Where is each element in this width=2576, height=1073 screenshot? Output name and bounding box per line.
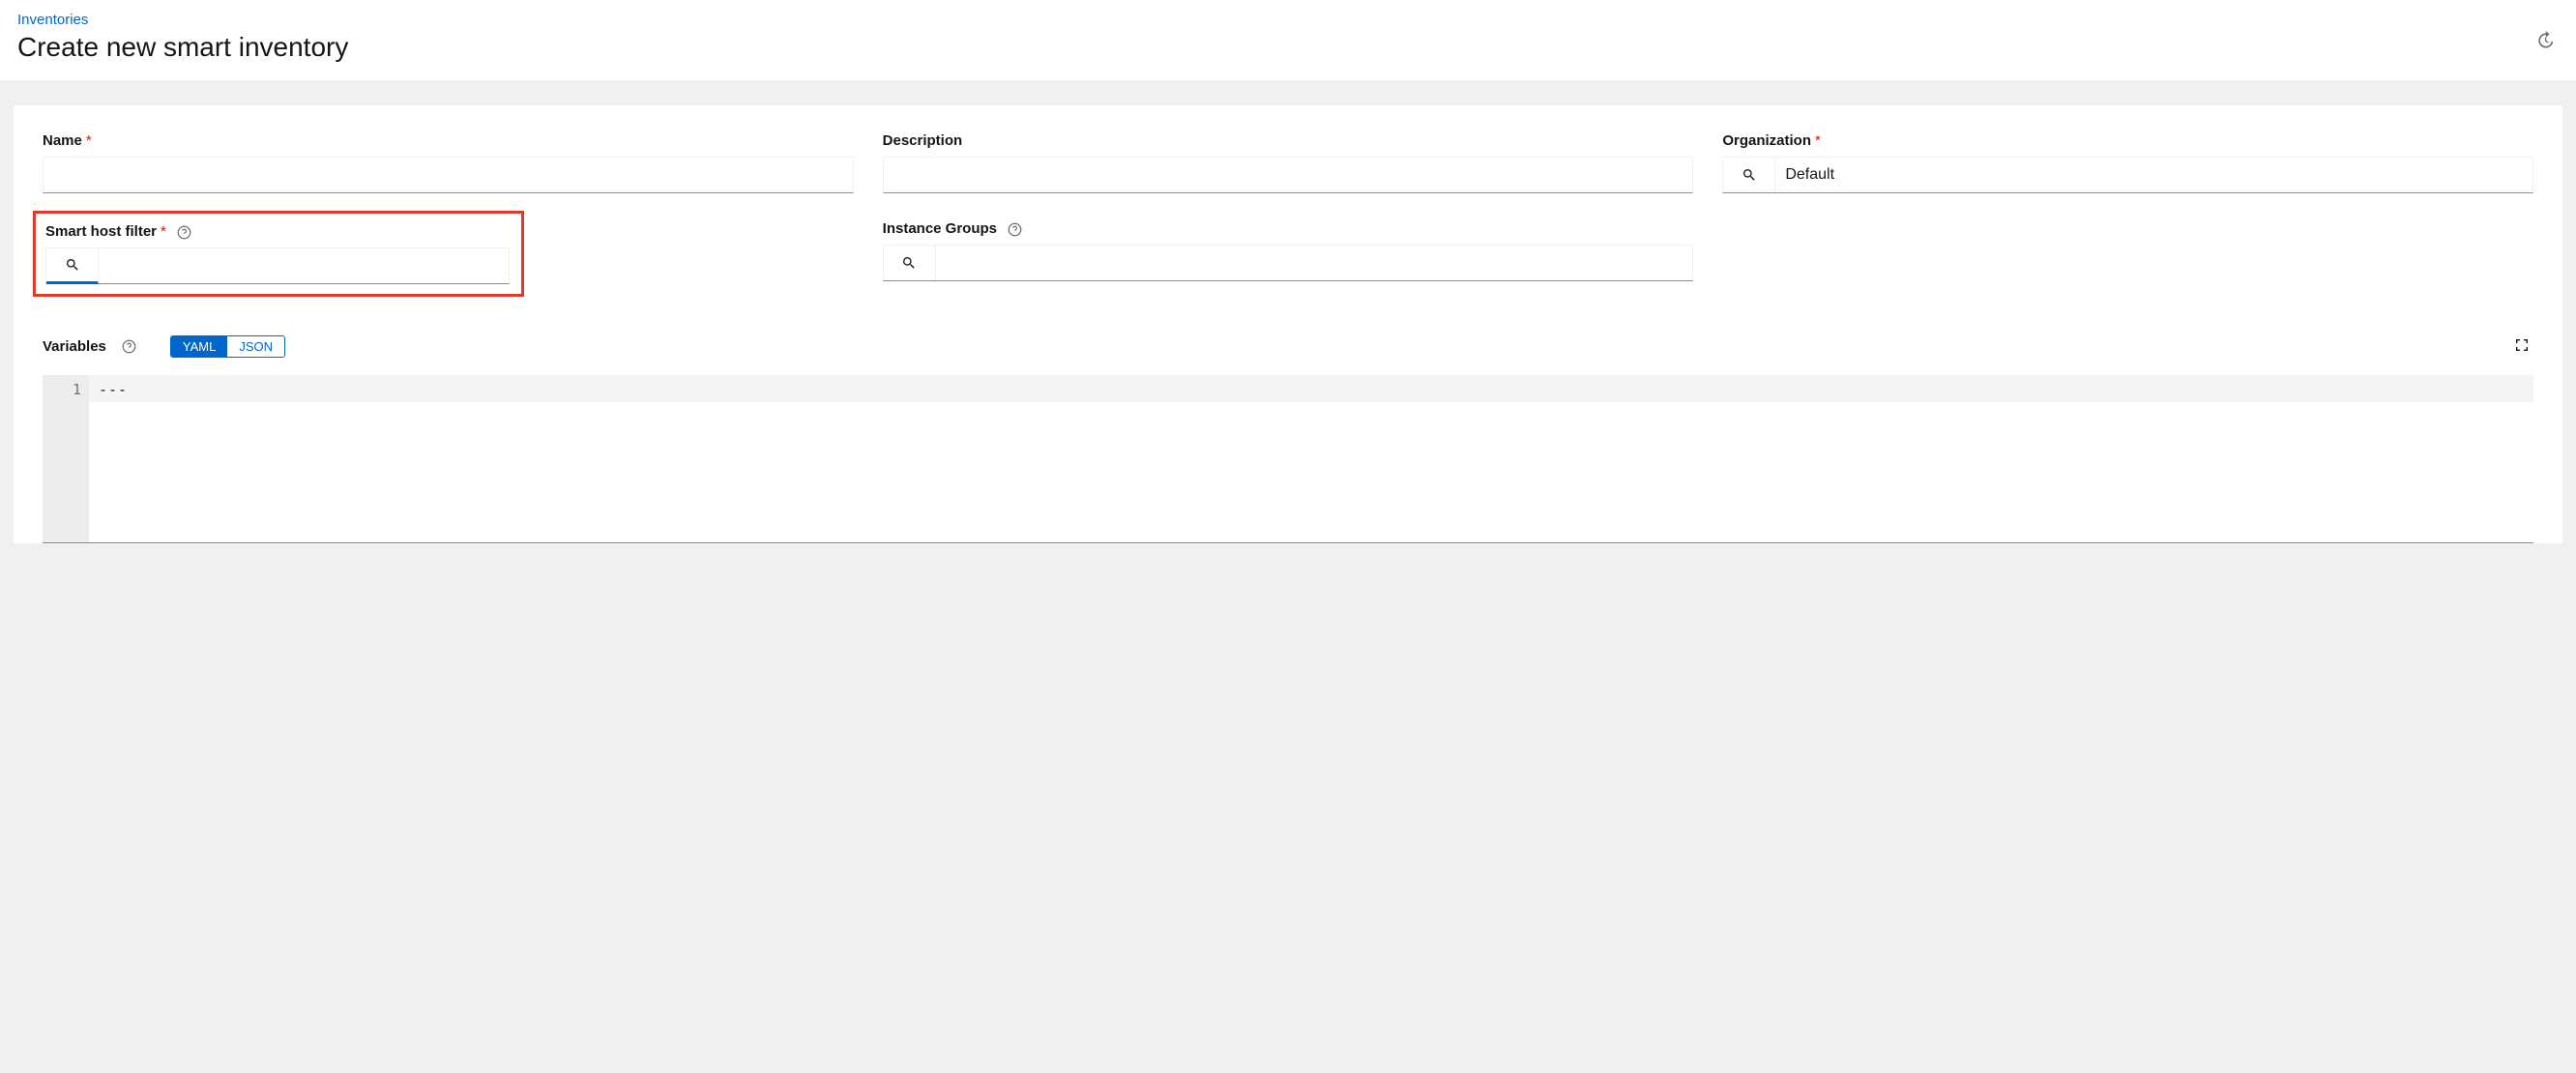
field-description: Description	[883, 132, 1694, 193]
organization-search-button[interactable]	[1723, 158, 1775, 192]
required-indicator: *	[161, 223, 166, 240]
help-icon[interactable]	[176, 224, 191, 240]
description-input[interactable]	[883, 157, 1694, 193]
field-name: Name*	[43, 132, 854, 193]
required-indicator: *	[86, 132, 92, 149]
field-empty	[1722, 220, 2533, 287]
required-indicator: *	[1815, 132, 1821, 149]
field-instance-groups: Instance Groups	[883, 220, 1694, 287]
toggle-yaml[interactable]: YAML	[171, 336, 227, 357]
question-circle-icon	[177, 225, 191, 240]
question-circle-icon	[122, 339, 136, 354]
label-description-text: Description	[883, 132, 963, 149]
label-smart-host-filter-text: Smart host filter	[45, 223, 157, 240]
expand-editor-button[interactable]	[2510, 334, 2533, 360]
search-icon	[1742, 167, 1757, 183]
instance-groups-lookup	[883, 245, 1694, 281]
smart-host-filter-highlight: Smart host filter*	[33, 211, 524, 297]
editor-gutter: 1	[43, 375, 89, 542]
label-variables: Variables	[43, 338, 106, 355]
label-smart-host-filter: Smart host filter*	[45, 223, 510, 240]
label-description: Description	[883, 132, 1694, 149]
smart-host-filter-search-button[interactable]	[46, 248, 99, 284]
page-title: Create new smart inventory	[17, 32, 2559, 63]
editor-content[interactable]: ---	[89, 375, 2533, 542]
variables-editor[interactable]: 1 ---	[43, 375, 2533, 543]
breadcrumb-inventories[interactable]: Inventories	[17, 12, 88, 28]
label-name-text: Name	[43, 132, 82, 149]
code-line: ---	[89, 375, 2533, 402]
toggle-json[interactable]: JSON	[227, 336, 284, 357]
help-icon[interactable]	[122, 339, 137, 355]
help-icon[interactable]	[1007, 221, 1022, 237]
smart-host-filter-lookup	[45, 247, 510, 284]
format-toggle: YAML JSON	[170, 335, 285, 358]
line-number: 1	[43, 381, 81, 398]
history-icon	[2535, 31, 2555, 50]
variables-header: Variables YAML JSON	[43, 334, 2533, 360]
search-icon	[65, 257, 80, 273]
label-organization: Organization*	[1722, 132, 2533, 149]
label-name: Name*	[43, 132, 854, 149]
instance-groups-search-button[interactable]	[884, 246, 936, 280]
name-input[interactable]	[43, 157, 854, 193]
label-instance-groups: Instance Groups	[883, 220, 1694, 237]
organization-lookup: Default	[1722, 157, 2533, 193]
form-grid: Name* Description Organization* Default	[43, 132, 2533, 287]
search-icon	[901, 255, 917, 271]
field-organization: Organization* Default	[1722, 132, 2533, 193]
history-button[interactable]	[2532, 27, 2559, 57]
smart-host-filter-value[interactable]	[99, 248, 509, 283]
organization-value[interactable]: Default	[1775, 158, 2532, 192]
form-card: Name* Description Organization* Default	[14, 105, 2562, 543]
field-smart-host-filter: Smart host filter*	[43, 220, 854, 287]
label-instance-groups-text: Instance Groups	[883, 220, 997, 237]
expand-icon	[2514, 337, 2530, 353]
label-organization-text: Organization	[1722, 132, 1811, 149]
question-circle-icon	[1008, 222, 1022, 237]
instance-groups-value[interactable]	[936, 246, 1693, 280]
page-header: Inventories Create new smart inventory	[0, 0, 2576, 80]
